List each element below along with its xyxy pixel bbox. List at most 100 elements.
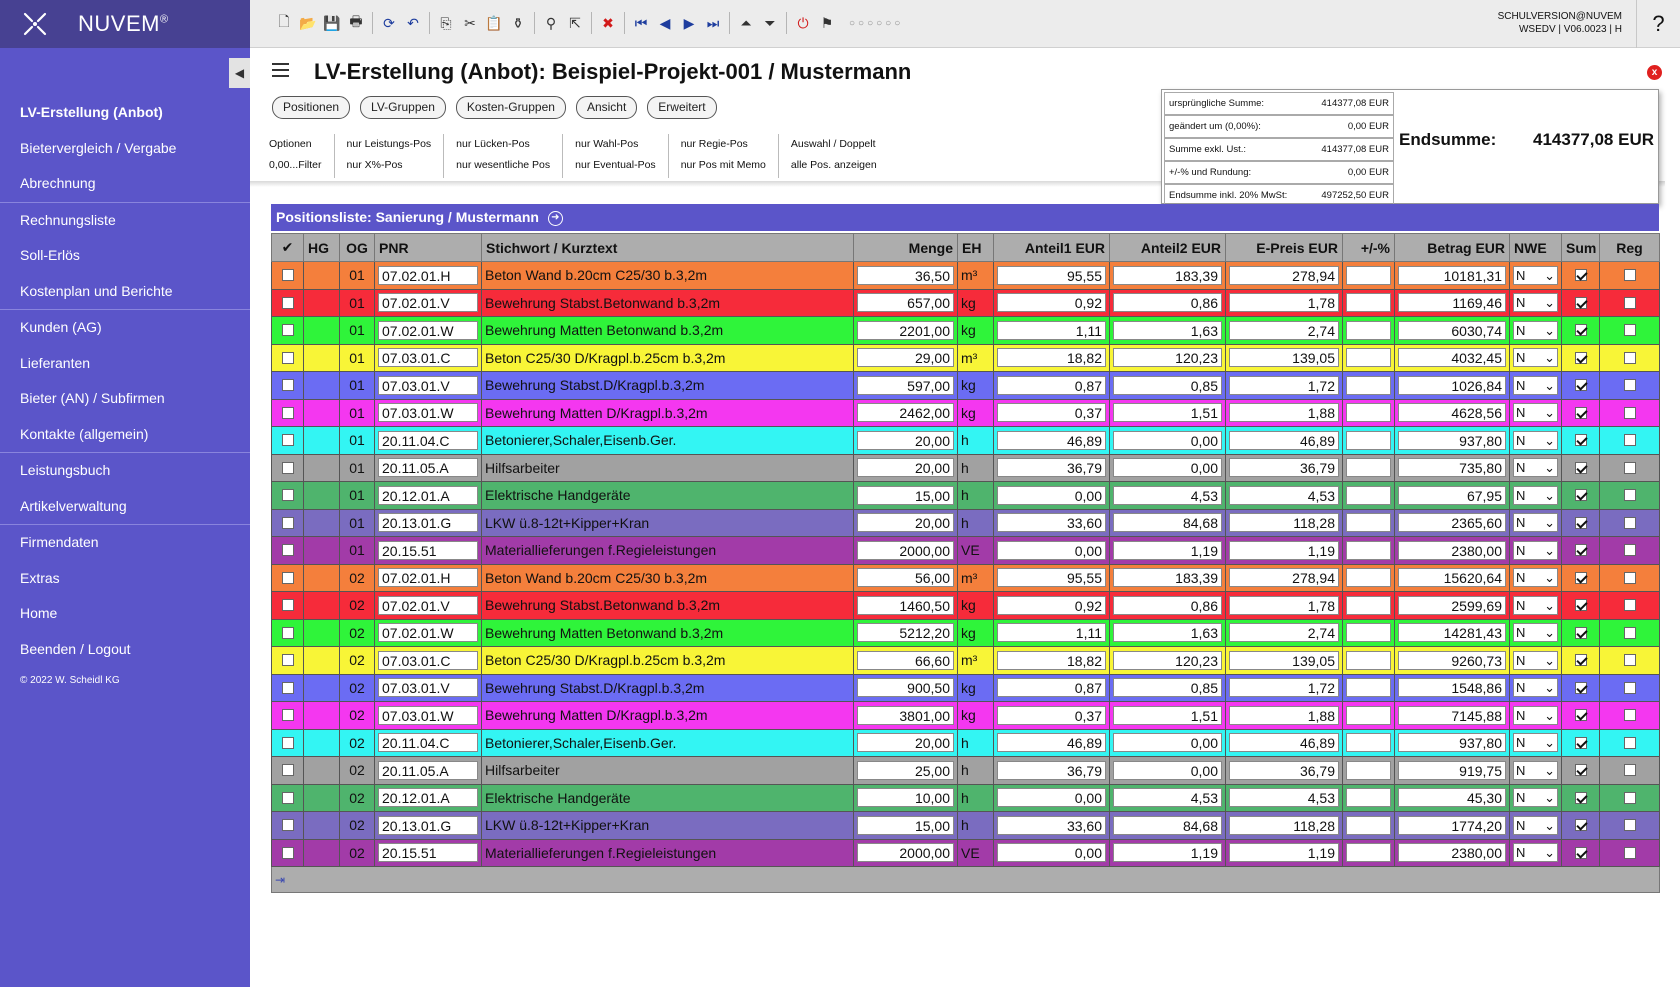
betrag-input[interactable]: 45,30 xyxy=(1398,788,1506,808)
row-select-checkbox[interactable] xyxy=(281,544,294,557)
cut-icon[interactable]: ✂ xyxy=(458,11,482,35)
pm-input[interactable] xyxy=(1346,265,1391,285)
sidebar-collapse-button[interactable]: ◀ xyxy=(229,58,250,88)
description-cell[interactable]: Betonierer,Schaler,Eisenb.Ger. xyxy=(481,426,854,455)
row-select-checkbox[interactable] xyxy=(281,846,294,859)
sum-checkbox[interactable] xyxy=(1574,654,1587,667)
column-header[interactable]: HG xyxy=(303,233,340,262)
pnr-input[interactable]: 07.03.01.V xyxy=(378,678,478,698)
row-select-checkbox[interactable] xyxy=(281,681,294,694)
pnr-input[interactable]: 20.13.01.G xyxy=(378,513,478,533)
filter-option[interactable]: nur X%-Pos xyxy=(347,155,432,176)
betrag-input[interactable]: 919,75 xyxy=(1398,760,1506,780)
column-header[interactable]: Anteil2 EUR xyxy=(1109,233,1226,262)
betrag-input[interactable]: 6030,74 xyxy=(1398,320,1506,340)
add-row-icon[interactable]: ⇥ xyxy=(275,873,285,887)
a1-input[interactable]: 0,87 xyxy=(997,375,1106,395)
a2-input[interactable]: 4,53 xyxy=(1113,485,1222,505)
ep-input[interactable]: 2,74 xyxy=(1229,320,1339,340)
nwe-select[interactable]: N ⌄ xyxy=(1513,513,1558,533)
row-select-checkbox[interactable] xyxy=(281,269,294,282)
table-row[interactable]: 02 20.13.01.G LKW ü.8-12t+Kipper+Kran 15,00… xyxy=(271,811,1660,840)
a2-input[interactable]: 183,39 xyxy=(1113,265,1222,285)
description-cell[interactable]: Bewehrung Matten D/Kragpl.b.3,2m xyxy=(481,398,854,427)
a2-input[interactable]: 84,68 xyxy=(1113,815,1222,835)
hamburger-menu-icon[interactable] xyxy=(272,63,289,77)
reg-checkbox[interactable] xyxy=(1623,654,1636,667)
pnr-input[interactable]: 07.02.01.W xyxy=(378,623,478,643)
a2-input[interactable]: 4,53 xyxy=(1113,788,1222,808)
menge-input[interactable]: 900,50 xyxy=(857,678,954,698)
sidebar-item[interactable]: Rechnungsliste xyxy=(0,203,250,239)
pnr-input[interactable]: 20.15.51 xyxy=(378,843,478,863)
betrag-input[interactable]: 1548,86 xyxy=(1398,678,1506,698)
column-header[interactable]: Betrag EUR xyxy=(1394,233,1510,262)
betrag-input[interactable]: 2365,60 xyxy=(1398,513,1506,533)
a2-input[interactable]: 0,85 xyxy=(1113,678,1222,698)
betrag-input[interactable]: 937,80 xyxy=(1398,430,1506,450)
row-select-checkbox[interactable] xyxy=(281,461,294,474)
a2-input[interactable]: 183,39 xyxy=(1113,568,1222,588)
sidebar-item[interactable]: Abrechnung xyxy=(0,166,250,202)
pm-input[interactable] xyxy=(1346,458,1391,478)
row-select-checkbox[interactable] xyxy=(281,516,294,529)
row-select-checkbox[interactable] xyxy=(281,791,294,804)
reg-checkbox[interactable] xyxy=(1623,461,1636,474)
a2-input[interactable]: 0,86 xyxy=(1113,595,1222,615)
menge-input[interactable]: 2201,00 xyxy=(857,320,954,340)
pm-input[interactable] xyxy=(1346,705,1391,725)
nwe-select[interactable]: N ⌄ xyxy=(1513,678,1558,698)
sum-checkbox[interactable] xyxy=(1574,489,1587,502)
row-select-checkbox[interactable] xyxy=(281,406,294,419)
sum-checkbox[interactable] xyxy=(1574,599,1587,612)
row-select-checkbox[interactable] xyxy=(281,709,294,722)
pm-input[interactable] xyxy=(1346,568,1391,588)
pm-input[interactable] xyxy=(1346,375,1391,395)
a1-input[interactable]: 0,37 xyxy=(997,705,1106,725)
description-cell[interactable]: Beton Wand b.20cm C25/30 b.3,2m xyxy=(481,563,854,592)
sidebar-item[interactable]: Artikelverwaltung xyxy=(0,489,250,525)
logo-bar[interactable]: NUVEM® xyxy=(0,0,250,48)
pnr-input[interactable]: 07.02.01.W xyxy=(378,320,478,340)
menge-input[interactable]: 29,00 xyxy=(857,348,954,368)
filter-option[interactable]: nur Pos mit Memo xyxy=(681,155,766,176)
pnr-input[interactable]: 07.03.01.V xyxy=(378,375,478,395)
pm-input[interactable] xyxy=(1346,403,1391,423)
row-select-checkbox[interactable] xyxy=(281,571,294,584)
power-icon[interactable]: ⏻ xyxy=(791,11,815,35)
description-cell[interactable]: Bewehrung Matten Betonwand b.3,2m xyxy=(481,618,854,647)
nwe-select[interactable]: N ⌄ xyxy=(1513,540,1558,560)
a2-input[interactable]: 0,00 xyxy=(1113,760,1222,780)
column-header[interactable]: E-Preis EUR xyxy=(1225,233,1343,262)
sum-checkbox[interactable] xyxy=(1574,846,1587,859)
reg-checkbox[interactable] xyxy=(1623,791,1636,804)
a1-input[interactable]: 0,00 xyxy=(997,843,1106,863)
sum-checkbox[interactable] xyxy=(1574,736,1587,749)
table-row[interactable]: 01 20.12.01.A Elektrische Handgeräte 15,00 h… xyxy=(271,481,1660,510)
a1-input[interactable]: 0,92 xyxy=(997,595,1106,615)
description-cell[interactable]: Beton C25/30 D/Kragpl.b.25cm b.3,2m xyxy=(481,646,854,675)
a1-input[interactable]: 33,60 xyxy=(997,513,1106,533)
a1-input[interactable]: 0,00 xyxy=(997,485,1106,505)
a1-input[interactable]: 36,79 xyxy=(997,458,1106,478)
row-select-checkbox[interactable] xyxy=(281,324,294,337)
ep-input[interactable]: 46,89 xyxy=(1229,733,1339,753)
a2-input[interactable]: 1,51 xyxy=(1113,705,1222,725)
nwe-select[interactable]: N ⌄ xyxy=(1513,843,1558,863)
reg-checkbox[interactable] xyxy=(1623,516,1636,529)
menge-input[interactable]: 1460,50 xyxy=(857,595,954,615)
reg-checkbox[interactable] xyxy=(1623,681,1636,694)
nwe-select[interactable]: N ⌄ xyxy=(1513,430,1558,450)
description-cell[interactable]: Bewehrung Stabst.D/Kragpl.b.3,2m xyxy=(481,673,854,702)
tab-button[interactable]: Ansicht xyxy=(575,96,638,119)
nwe-select[interactable]: N ⌄ xyxy=(1513,733,1558,753)
row-select-checkbox[interactable] xyxy=(281,434,294,447)
table-row[interactable]: 01 07.02.01.V Bewehrung Stabst.Betonwand b… xyxy=(271,288,1660,317)
sidebar-item[interactable]: Bietervergleich / Vergabe xyxy=(0,131,250,167)
a2-input[interactable]: 0,00 xyxy=(1113,430,1222,450)
sum-checkbox[interactable] xyxy=(1574,709,1587,722)
paste-special-icon[interactable]: ⚱ xyxy=(506,11,530,35)
betrag-input[interactable]: 67,95 xyxy=(1398,485,1506,505)
ep-input[interactable]: 1,19 xyxy=(1229,540,1339,560)
a1-input[interactable]: 0,00 xyxy=(997,788,1106,808)
